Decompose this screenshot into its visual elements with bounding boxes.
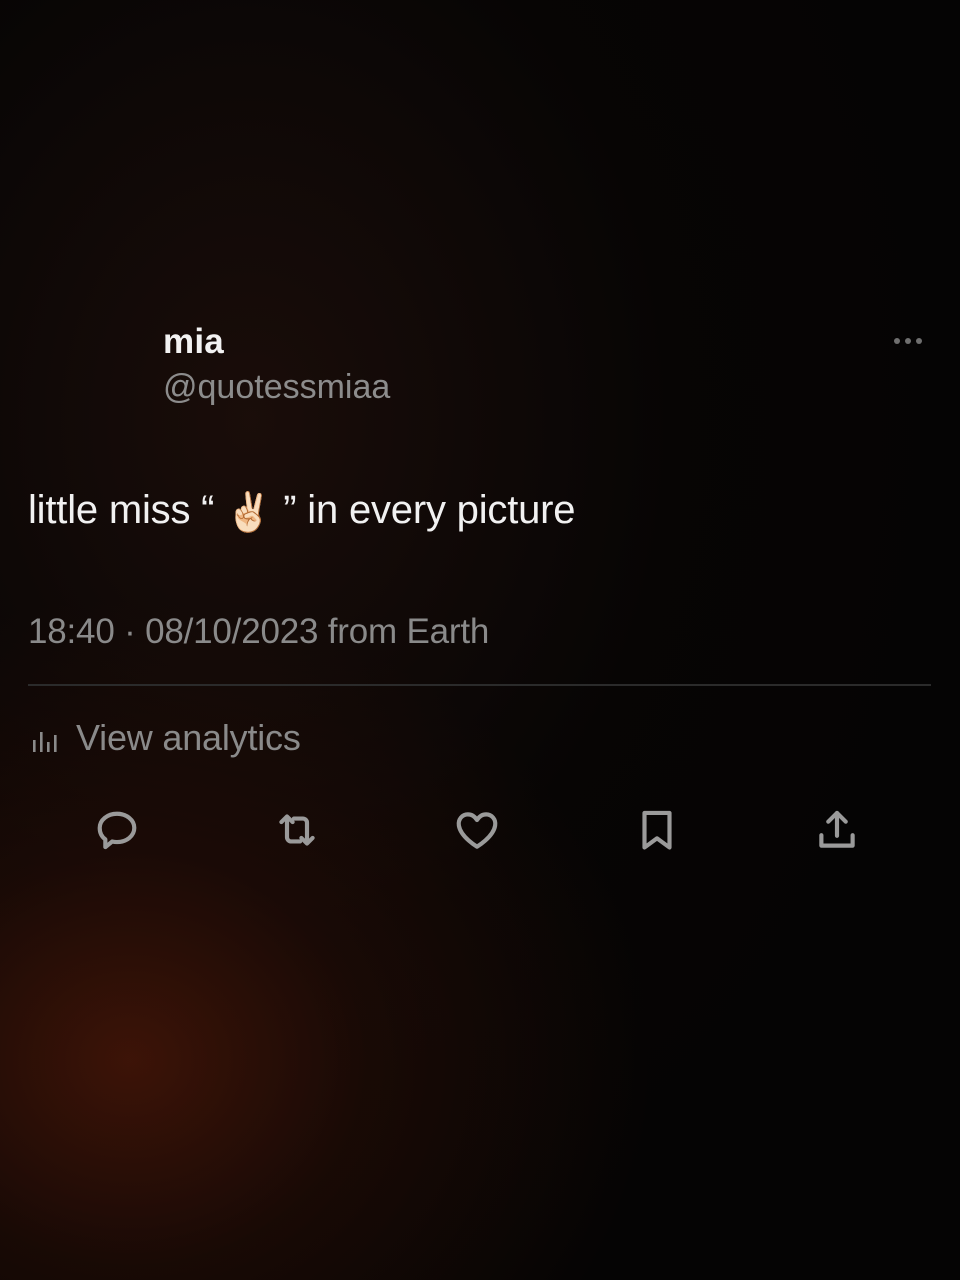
share-upload-icon	[819, 810, 855, 848]
victory-hand-emoji: ✌🏻	[225, 492, 273, 534]
tweet-text-after: ” in every picture	[283, 488, 576, 532]
display-name[interactable]: mia	[163, 322, 224, 362]
more-dots-icon	[905, 338, 911, 344]
divider	[28, 684, 931, 686]
like-button[interactable]	[447, 800, 507, 860]
share-button[interactable]	[807, 800, 867, 860]
more-dots-icon	[916, 338, 922, 344]
bookmark-icon	[642, 810, 672, 850]
retweet-arrows-icon	[279, 814, 315, 846]
tweet-timestamp: 18:40 · 08/10/2023 from Earth	[28, 612, 490, 651]
bookmark-button[interactable]	[627, 800, 687, 860]
user-handle[interactable]: @quotessmiaa	[163, 368, 390, 407]
heart-icon	[456, 812, 498, 849]
speech-bubble-icon	[97, 811, 137, 850]
view-analytics-button[interactable]: View analytics	[30, 716, 301, 760]
retweet-button[interactable]	[267, 800, 327, 860]
more-dots-icon	[894, 338, 900, 344]
view-analytics-label: View analytics	[76, 717, 301, 758]
tweet-detail: mia @quotessmiaa little miss “ ✌🏻 ” in e…	[0, 0, 960, 1280]
bar-chart-icon	[33, 732, 57, 752]
tweet-text: little miss “ ✌🏻 ” in every picture	[28, 488, 576, 534]
reply-button[interactable]	[87, 800, 147, 860]
tweet-text-before: little miss “	[28, 488, 215, 532]
action-bar	[0, 800, 960, 860]
more-options-button[interactable]	[882, 326, 934, 356]
